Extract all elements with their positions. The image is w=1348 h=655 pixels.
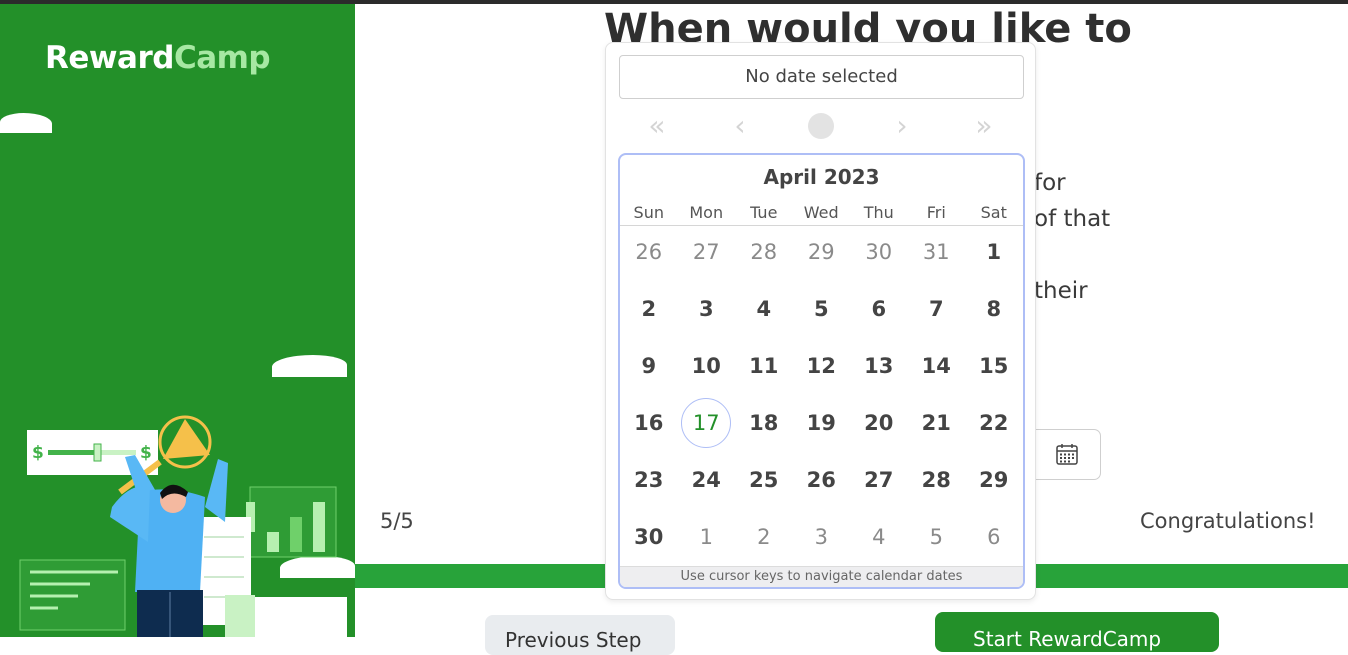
- calendar-day[interactable]: 14: [908, 354, 966, 378]
- datepicker-popup: No date selected « ‹ › » April 2023 Sun M…: [605, 42, 1036, 600]
- calendar-day-outside[interactable]: 28: [735, 240, 793, 264]
- calendar-day-today[interactable]: 17: [678, 411, 736, 435]
- calendar-day-outside[interactable]: 2: [735, 525, 793, 549]
- calendar-day-outside[interactable]: 26: [620, 240, 678, 264]
- prev-year-button[interactable]: «: [642, 112, 672, 140]
- weekday-header: Thu: [863, 203, 894, 222]
- weekday-header: Sun: [633, 203, 664, 222]
- step-title: Congratulations!: [1140, 509, 1316, 533]
- calendar-day[interactable]: 4: [735, 297, 793, 321]
- currency-right-icon: $: [140, 443, 152, 463]
- calendar-day[interactable]: 30: [620, 525, 678, 549]
- brand-panel: RewardCamp $ $: [0, 4, 355, 637]
- date-input-field[interactable]: [1030, 429, 1101, 480]
- calendar-day[interactable]: 11: [735, 354, 793, 378]
- top-border: [0, 0, 1348, 4]
- calendar-day[interactable]: 13: [850, 354, 908, 378]
- calendar-day-outside[interactable]: 31: [908, 240, 966, 264]
- calendar-day[interactable]: 27: [850, 468, 908, 492]
- calendar-day[interactable]: 21: [908, 411, 966, 435]
- calendar-day[interactable]: 24: [678, 468, 736, 492]
- description-fragment: of that: [1034, 206, 1111, 232]
- next-year-button[interactable]: »: [969, 112, 999, 140]
- calendar-day[interactable]: 5: [793, 297, 851, 321]
- weekday-header: Tue: [750, 203, 778, 222]
- calendar-day-outside[interactable]: 5: [908, 525, 966, 549]
- reward-illustration: $ $: [19, 415, 347, 637]
- weekday-header: Mon: [689, 203, 724, 222]
- calendar-day[interactable]: 25: [735, 468, 793, 492]
- description-fragment: their: [1034, 278, 1088, 304]
- weekday-header: Sat: [980, 203, 1007, 222]
- calendar-icon[interactable]: [1055, 442, 1079, 466]
- calendar-day-outside[interactable]: 30: [850, 240, 908, 264]
- prev-month-button[interactable]: ‹: [725, 112, 755, 140]
- calendar-day[interactable]: 3: [678, 297, 736, 321]
- calendar-day-outside[interactable]: 29: [793, 240, 851, 264]
- step-counter: 5/5: [380, 509, 414, 533]
- calendar-day[interactable]: 19: [793, 411, 851, 435]
- calendar-day[interactable]: 6: [850, 297, 908, 321]
- weekday-header: Fri: [926, 203, 946, 222]
- calendar-day-outside[interactable]: 3: [793, 525, 851, 549]
- calendar-day[interactable]: 7: [908, 297, 966, 321]
- calendar-day[interactable]: 10: [678, 354, 736, 378]
- calendar-day[interactable]: 1: [965, 240, 1023, 264]
- calendar-day[interactable]: 8: [965, 297, 1023, 321]
- calendar-day[interactable]: 29: [965, 468, 1023, 492]
- calendar-day-outside[interactable]: 1: [678, 525, 736, 549]
- cloud-shape: [0, 113, 52, 133]
- calendar-day-outside[interactable]: 27: [678, 240, 736, 264]
- description-fragment: for: [1034, 170, 1066, 196]
- selected-date-display: No date selected: [619, 55, 1024, 99]
- calendar-day[interactable]: 12: [793, 354, 851, 378]
- logo: RewardCamp: [45, 40, 271, 76]
- calendar-day[interactable]: 23: [620, 468, 678, 492]
- calendar-day[interactable]: 22: [965, 411, 1023, 435]
- calendar-day[interactable]: 9: [620, 354, 678, 378]
- current-month-button[interactable]: [808, 113, 834, 139]
- cloud-shape: [272, 355, 347, 377]
- calendar-day[interactable]: 28: [908, 468, 966, 492]
- keyboard-hint: Use cursor keys to navigate calendar dat…: [620, 566, 1023, 587]
- calendar-day[interactable]: 15: [965, 354, 1023, 378]
- calendar-day-outside[interactable]: 6: [965, 525, 1023, 549]
- calendar-day[interactable]: 20: [850, 411, 908, 435]
- weekday-divider: [620, 225, 1023, 226]
- calendar-day[interactable]: 18: [735, 411, 793, 435]
- weekday-header: Wed: [803, 203, 839, 222]
- calendar-day[interactable]: 16: [620, 411, 678, 435]
- calendar-day[interactable]: 26: [793, 468, 851, 492]
- calendar-grid[interactable]: April 2023 Sun Mon Tue Wed Thu Fri Sat 26 27 28 2…: [618, 153, 1025, 589]
- previous-step-button[interactable]: Previous Step: [485, 615, 675, 655]
- calendar-day[interactable]: 2: [620, 297, 678, 321]
- calendar-day-outside[interactable]: 4: [850, 525, 908, 549]
- month-label: April 2023: [763, 165, 880, 189]
- start-rewardcamp-button[interactable]: Start RewardCamp: [935, 612, 1219, 652]
- currency-left-icon: $: [32, 443, 44, 463]
- next-month-button[interactable]: ›: [887, 112, 917, 140]
